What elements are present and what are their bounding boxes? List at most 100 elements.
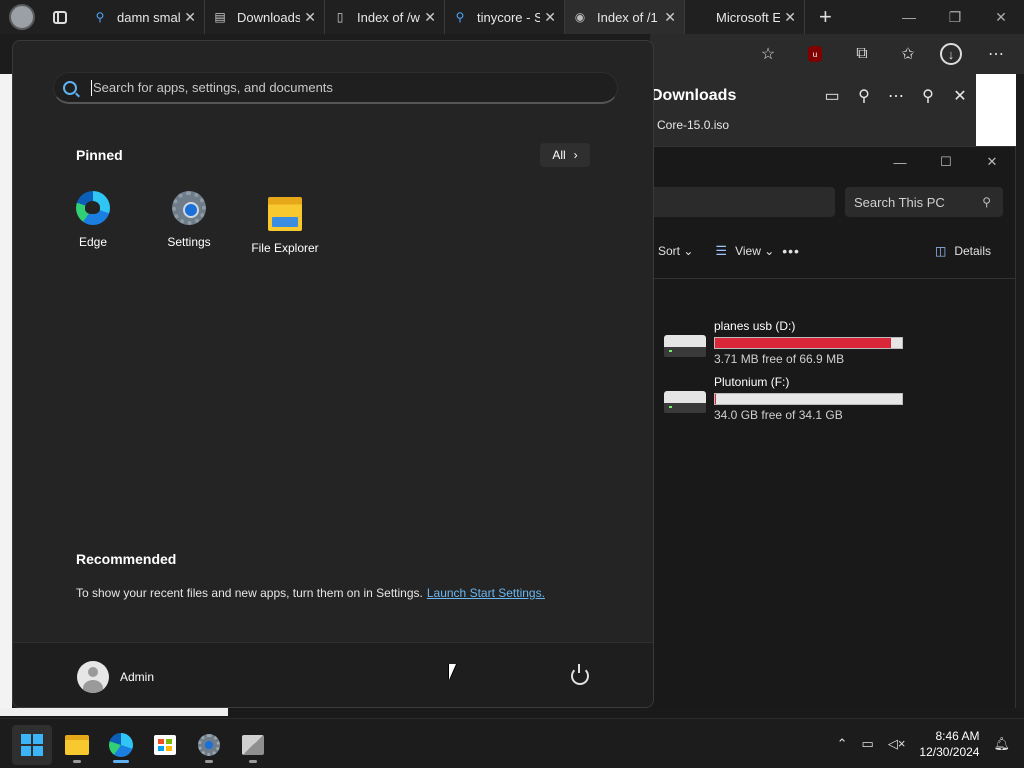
settings-icon: [198, 734, 220, 756]
network-icon[interactable]: ▭: [862, 736, 874, 752]
new-tab-icon[interactable]: +: [819, 4, 832, 30]
all-apps-button[interactable]: All ›: [540, 143, 590, 167]
extensions-icon[interactable]: ⧉: [850, 42, 874, 66]
clock-time: 8:46 AM: [935, 729, 980, 743]
page-icon: ▤: [214, 10, 226, 24]
clock-date: 12/30/2024: [919, 745, 980, 759]
close-tab-icon[interactable]: ✕: [424, 9, 436, 26]
explorer-command-bar: Sort ⌄ ☰ View ⌄ ••• ◫ Details: [650, 223, 1015, 279]
recommended-text: To show your recent files and new apps, …: [76, 586, 423, 600]
details-button[interactable]: ◫ Details: [935, 244, 991, 258]
launch-start-settings-link[interactable]: Launch Start Settings.: [427, 586, 545, 600]
chevron-right-icon: ›: [573, 148, 578, 162]
page-background: [976, 74, 1016, 146]
maximize-icon[interactable]: ☐: [923, 154, 969, 170]
start-search-input[interactable]: [93, 80, 573, 95]
download-item[interactable]: Core-15.0.iso: [651, 118, 976, 132]
browser-tab[interactable]: Microsoft E ✕: [685, 0, 805, 34]
clock[interactable]: 8:46 AM 12/30/2024: [919, 728, 979, 760]
explorer-search-input[interactable]: Search This PC ⚲: [845, 187, 1003, 217]
search-icon: ⚲: [95, 10, 105, 24]
microsoft-store-icon: [154, 735, 176, 755]
pin-icon[interactable]: ⚲: [912, 86, 944, 106]
pinned-app-settings[interactable]: Settings: [141, 191, 237, 249]
pinned-app-edge[interactable]: Edge: [45, 191, 141, 249]
text-caret: [91, 79, 92, 96]
taskbar-installer[interactable]: [233, 725, 273, 765]
tab-title: Index of /1: [597, 9, 658, 25]
power-icon[interactable]: [571, 664, 589, 685]
browser-tab[interactable]: ⚲ damn small ✕: [85, 0, 205, 34]
pinned-heading: Pinned: [76, 147, 123, 163]
browser-tab[interactable]: ▯ Index of /w ✕: [325, 0, 445, 34]
tab-title: tinycore - S: [477, 9, 541, 25]
windows-logo-icon: [21, 734, 43, 756]
view-list-icon: ☰: [715, 242, 728, 258]
close-icon[interactable]: ✕: [944, 86, 976, 106]
browser-tab-active[interactable]: ◉ Index of /1 ✕: [565, 0, 685, 34]
more-options-icon[interactable]: •••: [782, 243, 800, 259]
profile-avatar[interactable]: [9, 4, 35, 30]
taskbar-file-explorer[interactable]: [57, 725, 97, 765]
tab-strip: ⚲ damn small ✕ ▤ Downloads ✕ ▯ Index of …: [85, 0, 805, 34]
downloads-title: Downloads: [651, 87, 737, 104]
window-controls: — ❐ ✕: [886, 0, 1024, 34]
pinned-app-file-explorer[interactable]: File Explorer: [237, 191, 333, 255]
drive-item[interactable]: planes usb (D:) 3.71 MB free of 66.9 MB: [664, 319, 903, 366]
app-label: File Explorer: [251, 241, 319, 255]
tab-title: Microsoft E: [716, 9, 781, 25]
favorite-star-icon[interactable]: ☆: [756, 42, 780, 66]
more-options-icon[interactable]: ⋯: [880, 86, 912, 106]
app-label: Settings: [167, 235, 211, 249]
start-button[interactable]: [12, 725, 52, 765]
close-tab-icon[interactable]: ✕: [664, 9, 676, 26]
close-tab-icon[interactable]: ✕: [184, 9, 196, 26]
close-icon[interactable]: ✕: [969, 154, 1015, 170]
browser-tab-bar: ⚲ damn small ✕ ▤ Downloads ✕ ▯ Index of …: [0, 0, 1024, 34]
sort-button[interactable]: Sort ⌄: [658, 244, 693, 258]
drive-free-space: 34.0 GB free of 34.1 GB: [714, 408, 843, 422]
search-placeholder: Search This PC: [854, 194, 945, 210]
view-label: View: [735, 243, 761, 258]
search-icon: ⚲: [982, 195, 991, 209]
more-menu-icon[interactable]: ⋯: [984, 42, 1008, 66]
explorer-titlebar: — ☐ ✕: [650, 147, 1015, 177]
drive-free-space: 3.71 MB free of 66.9 MB: [714, 352, 845, 366]
minimize-icon[interactable]: —: [886, 9, 932, 25]
view-button[interactable]: ☰ View ⌄: [715, 243, 774, 259]
address-bar[interactable]: [650, 187, 835, 217]
close-tab-icon[interactable]: ✕: [304, 9, 316, 26]
start-search-box[interactable]: [53, 72, 618, 104]
search-icon: [63, 80, 77, 95]
favorites-icon[interactable]: ✩: [896, 42, 920, 66]
drive-usage-bar: [714, 393, 903, 405]
notification-bell-icon[interactable]: 🔔︎: [993, 736, 1010, 752]
drive-item[interactable]: Plutonium (F:) 34.0 GB free of 34.1 GB: [664, 375, 903, 422]
tab-actions-icon[interactable]: [53, 10, 67, 24]
taskbar-store[interactable]: [145, 725, 185, 765]
tab-title: Index of /w: [357, 9, 420, 25]
chevron-up-icon[interactable]: ⌃: [837, 736, 848, 752]
system-tray: ⌃ ▭ ◁× 8:46 AM 12/30/2024 🔔︎: [837, 719, 1024, 768]
settings-icon: [172, 191, 206, 225]
start-menu-footer: Admin: [13, 642, 653, 707]
browser-tab[interactable]: ⚲ tinycore - S ✕: [445, 0, 565, 34]
browser-tab[interactable]: ▤ Downloads ✕: [205, 0, 325, 34]
user-avatar[interactable]: [77, 661, 109, 693]
tab-title: damn small: [117, 9, 181, 25]
close-tab-icon[interactable]: ✕: [544, 9, 556, 26]
doc-icon: ▯: [336, 10, 344, 24]
user-name[interactable]: Admin: [120, 670, 154, 684]
minimize-icon[interactable]: —: [877, 155, 923, 170]
close-tab-icon[interactable]: ✕: [784, 9, 796, 26]
ublock-extension-icon[interactable]: u: [808, 46, 822, 62]
taskbar-settings[interactable]: [189, 725, 229, 765]
open-folder-icon[interactable]: ▭: [816, 86, 848, 106]
package-installer-icon: [242, 735, 264, 755]
restore-icon[interactable]: ❐: [932, 9, 978, 26]
taskbar-edge[interactable]: [101, 725, 141, 765]
volume-muted-icon[interactable]: ◁×: [888, 736, 906, 752]
downloads-icon[interactable]: ↓: [940, 43, 962, 65]
search-icon[interactable]: ⚲: [848, 86, 880, 106]
close-icon[interactable]: ✕: [978, 9, 1024, 26]
